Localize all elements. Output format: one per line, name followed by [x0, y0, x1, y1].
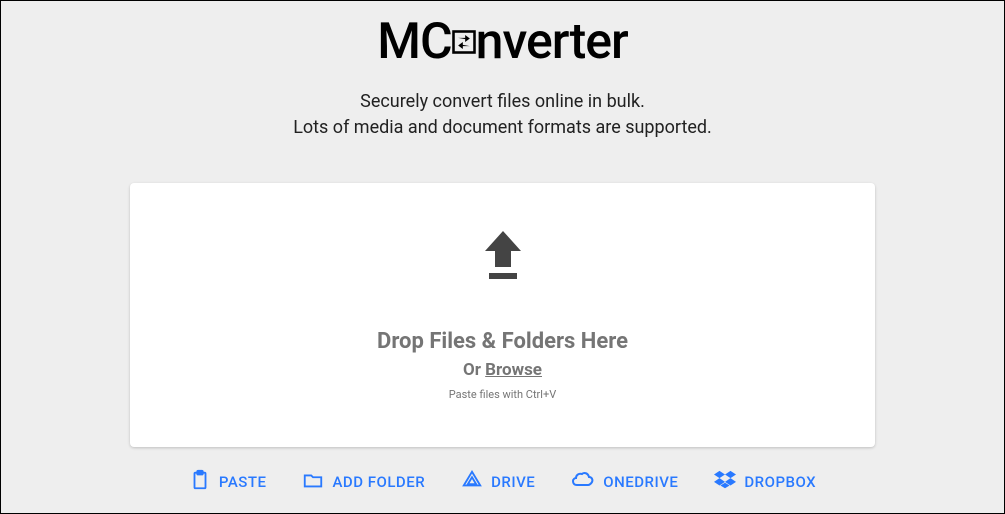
onedrive-icon	[571, 469, 595, 495]
add-folder-button[interactable]: ADD FOLDER	[302, 469, 425, 495]
folder-icon	[302, 469, 324, 495]
logo-text-post: nverter	[476, 13, 628, 71]
onedrive-label: ONEDRIVE	[603, 473, 678, 491]
browse-link[interactable]: Browse	[485, 360, 542, 380]
onedrive-button[interactable]: ONEDRIVE	[571, 469, 678, 495]
dropbox-button[interactable]: DROPBOX	[714, 469, 816, 495]
logo-text-pre: MC	[377, 13, 451, 71]
paste-label: PASTE	[219, 473, 267, 491]
tagline-line1: Securely convert files online in bulk.	[293, 89, 712, 115]
swap-icon	[450, 28, 478, 56]
drop-or: Or	[463, 360, 485, 380]
drive-button[interactable]: DRIVE	[461, 469, 535, 495]
paste-button[interactable]: PASTE	[189, 469, 267, 495]
drive-label: DRIVE	[491, 473, 535, 491]
dropzone[interactable]: Drop Files & Folders Here Or Browse Past…	[130, 183, 875, 447]
action-bar: PASTE ADD FOLDER DRIVE	[189, 469, 816, 495]
logo: MC nverter	[377, 13, 627, 71]
tagline-line2: Lots of media and document formats are s…	[293, 115, 712, 141]
add-folder-label: ADD FOLDER	[332, 473, 425, 491]
drop-hint: Paste files with Ctrl+V	[449, 388, 556, 401]
clipboard-icon	[189, 469, 211, 495]
drop-subtitle: Or Browse	[463, 360, 542, 380]
drive-icon	[461, 469, 483, 495]
dropbox-icon	[714, 469, 736, 495]
tagline: Securely convert files online in bulk. L…	[293, 89, 712, 141]
upload-icon	[479, 229, 527, 289]
drop-title: Drop Files & Folders Here	[377, 329, 628, 354]
dropbox-label: DROPBOX	[744, 473, 816, 491]
